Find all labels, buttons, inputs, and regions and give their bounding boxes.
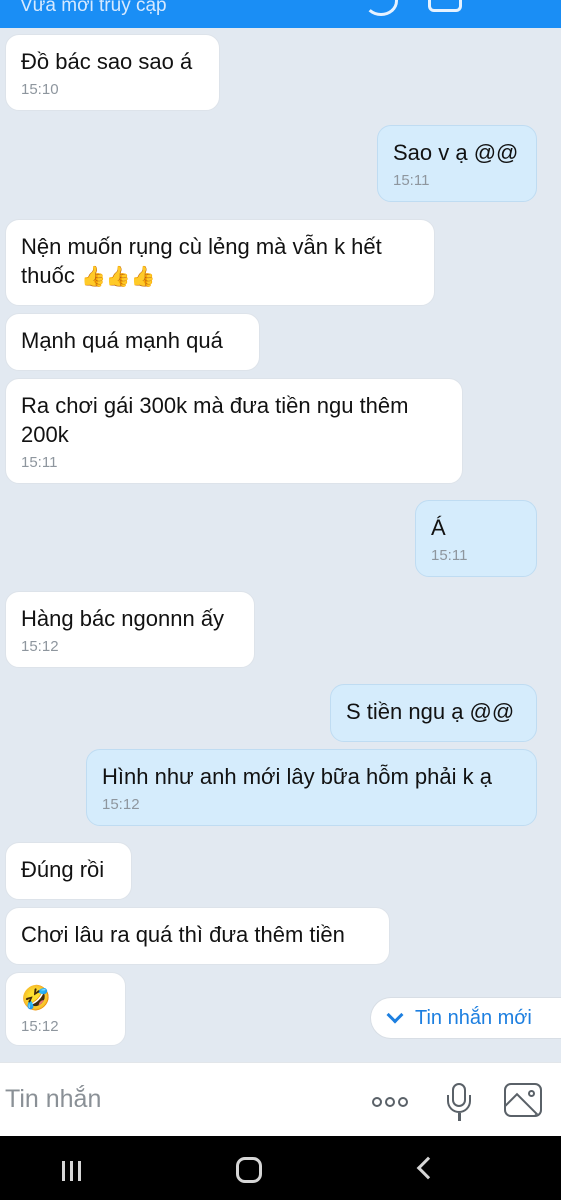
recent-apps-icon[interactable] [62,1161,86,1181]
thumbs-up-icon: 👍👍👍 [80,266,156,288]
message-bubble[interactable]: Chơi lâu ra quá thì đưa thêm tiền [5,907,390,965]
message-bubble[interactable]: Mạnh quá mạnh quá [5,313,260,371]
message-bubble[interactable]: Á 15:11 [415,500,537,577]
message-input[interactable]: Tin nhắn [5,1085,101,1114]
message-time: 15:11 [21,454,58,471]
system-nav-bar [0,1136,561,1200]
home-icon[interactable] [236,1157,262,1183]
message-bubble[interactable]: Đúng rồi [5,842,132,900]
message-time: 15:12 [21,1018,59,1035]
message-bubble[interactable]: 🤣 15:12 [5,972,126,1046]
message-bubble[interactable]: Ra chơi gái 300k mà đưa tiền ngu thêm 20… [5,378,463,484]
back-icon[interactable] [416,1156,440,1180]
new-messages-label: Tin nhắn mới [415,1007,532,1029]
more-icon[interactable] [372,1094,416,1108]
image-icon[interactable] [504,1083,542,1117]
message-time: 15:11 [431,547,468,564]
laughing-emoji-icon: 🤣 [21,985,51,1012]
message-bubble[interactable]: S tiền ngu ạ @@ [330,684,537,742]
message-time: 15:10 [21,81,59,98]
message-text: Nện muốn rụng cù lẻng mà vẫn k hết thuốc… [21,234,388,288]
microphone-icon[interactable] [446,1083,472,1123]
message-text: Hàng bác ngonnn ấy [21,606,225,631]
message-text: Đúng rồi [21,857,105,882]
message-bubble[interactable]: Hàng bác ngonnn ấy 15:12 [5,591,255,668]
message-bubble[interactable]: Nện muốn rụng cù lẻng mà vẫn k hết thuốc… [5,219,435,306]
message-text: Đồ bác sao sao á [21,49,193,74]
message-text: Mạnh quá mạnh quá [21,328,223,353]
message-text: Á [431,515,446,540]
chat-header: Vừa mới truy cập [0,0,561,28]
message-text: S tiền ngu ạ @@ [346,699,515,724]
message-time: 15:12 [21,638,59,655]
message-bubble[interactable]: Đồ bác sao sao á 15:10 [5,34,220,111]
message-text: Hình như anh mới lây bữa hỗm phải k ạ [102,764,492,789]
message-time: 15:12 [102,796,140,813]
message-list[interactable]: Đồ bác sao sao á 15:10 Sao v ạ @@ 15:11 … [0,28,561,1062]
composer-bar: Tin nhắn [0,1062,561,1136]
new-messages-button[interactable]: Tin nhắn mới [370,997,561,1039]
message-time: 15:11 [393,172,430,189]
message-text: Ra chơi gái 300k mà đưa tiền ngu thêm 20… [21,393,415,447]
chevron-down-icon [386,1006,404,1024]
phone-icon[interactable] [364,0,398,16]
message-text: Chơi lâu ra quá thì đưa thêm tiền [21,922,345,947]
message-bubble[interactable]: Hình như anh mới lây bữa hỗm phải k ạ 15… [86,749,537,826]
video-icon[interactable] [428,0,462,12]
message-bubble[interactable]: Sao v ạ @@ 15:11 [377,125,537,202]
contact-status: Vừa mới truy cập [20,0,167,16]
message-text: Sao v ạ @@ [393,140,519,165]
